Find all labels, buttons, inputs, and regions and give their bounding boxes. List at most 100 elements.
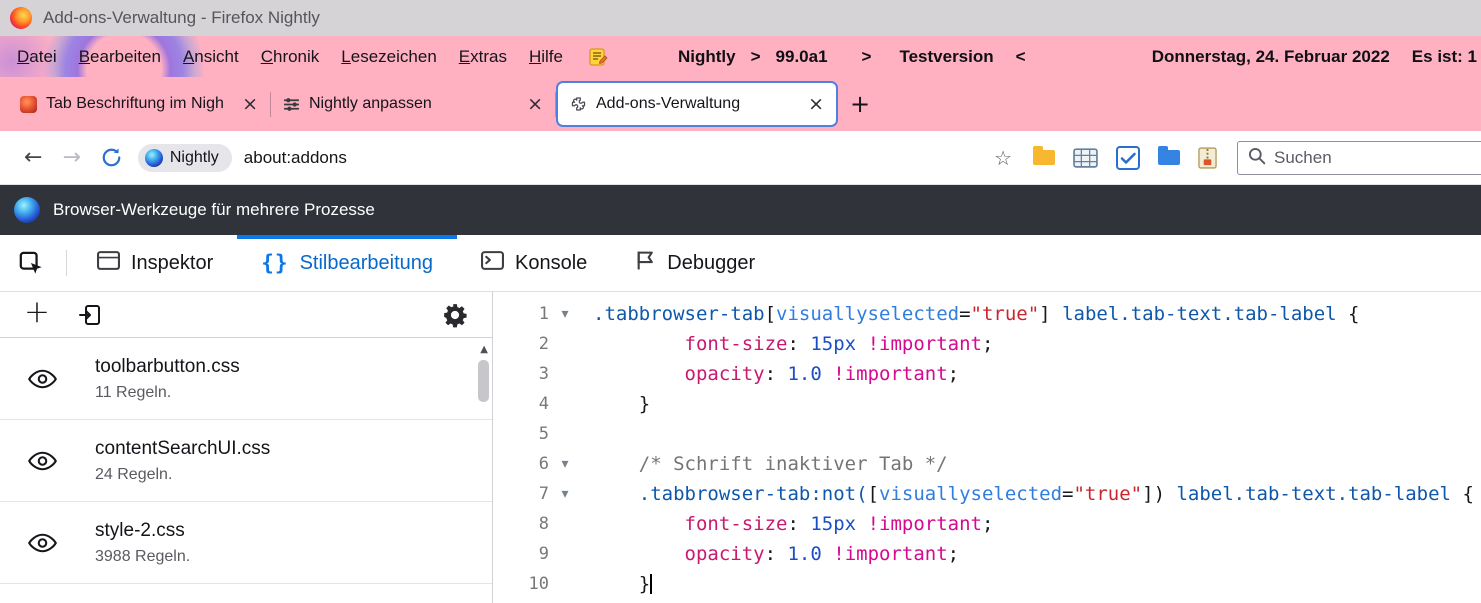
code-token: } (593, 573, 650, 595)
stylesheet-list: toolbarbutton.css 11 Regeln. contentSear… (0, 338, 492, 603)
code-line[interactable]: opacity: 1.0 !important; (593, 539, 1481, 569)
nav-toolbar: ← → Nightly about:addons ☆ (0, 131, 1481, 185)
import-style-sheet-button[interactable] (78, 303, 102, 327)
nightly-identity-chip[interactable]: Nightly (138, 144, 232, 172)
search-icon (1248, 147, 1266, 170)
code-token: ] (1039, 303, 1050, 325)
w3c-validator-icon[interactable] (1116, 146, 1140, 170)
code-line[interactable]: .tabbrowser-tab[visuallyselected="true"]… (593, 299, 1481, 329)
tab-close-button[interactable]: × (804, 95, 828, 114)
visibility-eye-icon[interactable] (28, 533, 60, 553)
zip-archive-icon[interactable] (1198, 147, 1217, 169)
menu-item-hilfe[interactable]: Hilfe (518, 47, 574, 67)
tab-stilbearbeitung[interactable]: {} Stilbearbeitung (237, 235, 457, 291)
options-gear-icon[interactable] (442, 302, 468, 328)
menu-item-lesezeichen[interactable]: Lesezeichen (330, 47, 447, 67)
code-token: label.tab-text.tab-label (1165, 483, 1451, 505)
visibility-eye-icon[interactable] (28, 451, 60, 471)
tab-label: Inspektor (131, 252, 213, 275)
bookmark-star-icon[interactable]: ☆ (994, 146, 1012, 170)
browser-tab-beschriftung[interactable]: Tab Beschriftung im Nigh × (8, 81, 270, 127)
toolbox-titlebar[interactable]: Browser-Werkzeuge für mehrere Prozesse (0, 185, 1481, 235)
code-line[interactable]: font-size: 15px !important; (593, 329, 1481, 359)
keyboard-grid-icon[interactable] (1073, 148, 1098, 168)
code-line[interactable]: } (593, 569, 1481, 599)
code-token: 1.0 (787, 363, 821, 385)
nightly-logo-icon (145, 149, 163, 167)
reload-button[interactable] (91, 147, 132, 168)
sidebar-toolbar: + (0, 292, 492, 338)
tab-label: Debugger (667, 252, 755, 275)
stylesheet-item[interactable]: style-2.css 3988 Regeln. (0, 502, 492, 584)
code-token: !important (833, 543, 947, 565)
code-token (856, 513, 867, 535)
separator-glyph: < (1016, 47, 1026, 67)
code-token (822, 363, 833, 385)
pick-element-button[interactable] (0, 235, 60, 291)
tab-debugger[interactable]: Debugger (611, 235, 779, 291)
new-style-sheet-button[interactable]: + (24, 297, 50, 328)
browser-tab-nightly-anpassen[interactable]: Nightly anpassen × (271, 81, 555, 127)
style-editor-panel: + toolbarbutton.css 11 Regeln. (0, 292, 1481, 603)
tab-inspektor[interactable]: Inspektor (73, 235, 237, 291)
menu-item-bearbeiten[interactable]: Bearbeiten (68, 47, 172, 67)
fold-arrow-icon[interactable]: ▾ (549, 486, 581, 502)
menu-item-datei[interactable]: Datei (6, 47, 68, 67)
code-token: [ (868, 483, 879, 505)
search-field[interactable] (1237, 141, 1481, 175)
menu-item-chronik[interactable]: Chronik (250, 47, 331, 67)
code-token: !important (833, 363, 947, 385)
url-bar[interactable]: Nightly about:addons ☆ (138, 138, 1024, 178)
code-line[interactable]: .tabbrowser-tab:not([visuallyselected="t… (593, 479, 1481, 509)
visibility-eye-icon[interactable] (28, 369, 60, 389)
scrollbar-thumb[interactable] (478, 360, 489, 402)
menu-bar: Datei Bearbeiten Ansicht Chronik Lesezei… (0, 36, 1481, 77)
code-line[interactable]: font-size: 15px !important; (593, 509, 1481, 539)
forward-button[interactable]: → (52, 147, 90, 169)
stylesheet-item[interactable]: toolbarbutton.css 11 Regeln. (0, 338, 492, 420)
debugger-flag-icon (635, 250, 656, 277)
tab-label: Nightly anpassen (309, 95, 514, 113)
code-token (593, 543, 685, 565)
code-line[interactable]: } (593, 389, 1481, 419)
editor-code-pane[interactable]: .tabbrowser-tab[visuallyselected="true"]… (585, 299, 1481, 603)
code-token: = (959, 303, 970, 325)
time-label: Es ist: 1 (1412, 47, 1479, 67)
code-token: visuallyselected (776, 303, 959, 325)
code-line[interactable]: /* Schrift inaktiver Tab */ (593, 449, 1481, 479)
code-token: ; (948, 543, 959, 565)
version-label: 99.0a1 (776, 47, 828, 67)
scroll-up-button[interactable]: ▲ (480, 344, 488, 355)
code-line[interactable]: opacity: 1.0 !important; (593, 359, 1481, 389)
tab-label: Konsole (515, 252, 587, 275)
notes-pencil-icon[interactable] (588, 47, 608, 67)
stylesheet-item[interactable]: contentSearchUI.css 24 Regeln. (0, 420, 492, 502)
fold-arrow-icon[interactable]: ▾ (549, 456, 581, 472)
code-token: label.tab-text.tab-label (1051, 303, 1337, 325)
code-token: [ (765, 303, 776, 325)
line-number: 9 (493, 544, 549, 564)
identity-label: Nightly (170, 149, 219, 167)
gutter-row: 8 (493, 509, 585, 539)
gutter-row: 3 (493, 359, 585, 389)
search-input[interactable] (1274, 148, 1474, 168)
sheet-rule-count: 3988 Regeln. (95, 548, 190, 566)
tab-close-button[interactable]: × (238, 95, 262, 114)
open-folder-icon[interactable] (1033, 150, 1055, 165)
tab-konsole[interactable]: Konsole (457, 235, 611, 291)
new-tab-button[interactable]: + (850, 92, 870, 116)
fold-arrow-icon[interactable]: ▾ (549, 306, 581, 322)
firefox-logo-icon (10, 7, 32, 29)
menu-item-ansicht[interactable]: Ansicht (172, 47, 250, 67)
browser-tab-addons-active[interactable]: Add-ons-Verwaltung × (556, 81, 838, 127)
separator-glyph: > (862, 47, 872, 67)
blue-folder-icon[interactable] (1158, 150, 1180, 165)
code-editor[interactable]: 1▾23456▾7▾8910 .tabbrowser-tab[visuallys… (493, 292, 1481, 603)
inspector-icon (97, 251, 120, 276)
window-titlebar[interactable]: Add-ons-Verwaltung - Firefox Nightly (0, 0, 1481, 36)
menu-item-extras[interactable]: Extras (448, 47, 518, 67)
code-token: : (787, 333, 810, 355)
back-button[interactable]: ← (14, 147, 52, 169)
code-line[interactable] (593, 419, 1481, 449)
tab-close-button[interactable]: × (523, 95, 547, 114)
